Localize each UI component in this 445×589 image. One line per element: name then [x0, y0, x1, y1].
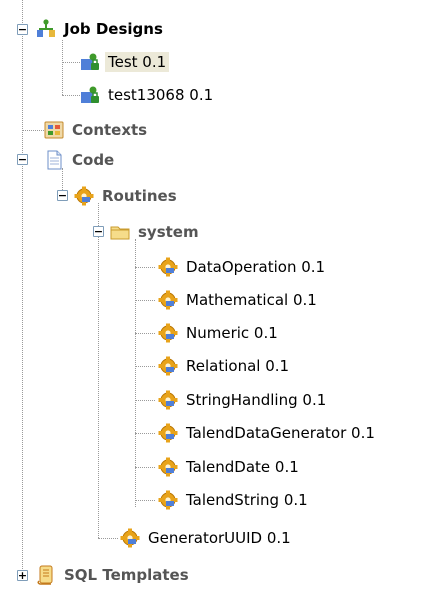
tree-line: [135, 400, 155, 401]
routine-gear-icon: [158, 356, 178, 376]
tree-node-routine[interactable]: TalendString 0.1: [158, 486, 311, 514]
tree-node-routine[interactable]: TalendDataGenerator 0.1: [158, 419, 378, 447]
repository-tree: − − − − + Job Designs Test 0.1 test13068…: [0, 0, 445, 585]
tree-line: [135, 300, 155, 301]
job-designs-label: Job Designs: [64, 20, 163, 38]
tree-node-code[interactable]: Code: [44, 146, 117, 174]
routines-label: Routines: [102, 187, 177, 205]
tree-line: [98, 203, 99, 538]
routine-gear-icon: [158, 257, 178, 277]
sql-templates-label: SQL Templates: [64, 566, 189, 584]
routine-label: GeneratorUUID 0.1: [148, 529, 291, 547]
tree-line: [135, 333, 155, 334]
collapse-toggle-code[interactable]: −: [17, 154, 28, 165]
tree-node-routines[interactable]: Routines: [74, 182, 180, 210]
tree-line: [62, 95, 80, 96]
system-folder-label: system: [138, 223, 199, 241]
sql-templates-scroll-icon: [36, 565, 56, 585]
tree-line: [62, 40, 63, 95]
routine-gear-icon: [158, 290, 178, 310]
tree-line: [62, 62, 80, 63]
routine-label: StringHandling 0.1: [186, 391, 327, 409]
tree-node-routine[interactable]: GeneratorUUID 0.1: [120, 524, 294, 552]
tree-node-system[interactable]: system: [110, 218, 202, 246]
routine-label: Mathematical 0.1: [186, 291, 317, 309]
job-designs-icon: [36, 19, 56, 39]
tree-line: [135, 500, 155, 501]
contexts-label: Contexts: [72, 121, 148, 139]
tree-node-job-designs[interactable]: Job Designs: [36, 15, 166, 43]
routine-label: Numeric 0.1: [186, 324, 278, 342]
routine-gear-icon: [158, 390, 178, 410]
contexts-icon: [44, 120, 64, 140]
tree-line: [135, 467, 155, 468]
tree-line: [135, 267, 155, 268]
tree-node-contexts[interactable]: Contexts: [44, 116, 150, 144]
tree-node-job[interactable]: test13068 0.1: [80, 81, 216, 109]
job-icon: [80, 52, 100, 72]
routine-label: Relational 0.1: [186, 357, 290, 375]
routine-gear-icon: [158, 490, 178, 510]
routine-gear-icon: [120, 528, 140, 548]
routine-label: TalendDate 0.1: [186, 458, 299, 476]
job-label: test13068 0.1: [108, 86, 214, 104]
tree-line: [22, 130, 44, 131]
routine-gear-icon: [158, 423, 178, 443]
tree-node-routine[interactable]: DataOperation 0.1: [158, 253, 328, 281]
collapse-toggle-routines[interactable]: −: [57, 190, 68, 201]
routines-gear-icon: [74, 186, 94, 206]
tree-line: [98, 538, 118, 539]
tree-node-routine[interactable]: TalendDate 0.1: [158, 453, 302, 481]
job-icon: [80, 85, 100, 105]
collapse-toggle-system[interactable]: −: [93, 226, 104, 237]
routine-label: DataOperation 0.1: [186, 258, 326, 276]
tree-node-routine[interactable]: Numeric 0.1: [158, 319, 281, 347]
job-label: Test 0.1: [105, 52, 170, 72]
tree-node-job[interactable]: Test 0.1: [80, 48, 170, 76]
routine-label: TalendDataGenerator 0.1: [186, 424, 375, 442]
code-file-icon: [44, 150, 64, 170]
expand-toggle-sql-templates[interactable]: +: [17, 570, 28, 581]
tree-line: [135, 433, 155, 434]
tree-line: [22, 0, 23, 577]
tree-node-routine[interactable]: Mathematical 0.1: [158, 286, 320, 314]
tree-line: [135, 366, 155, 367]
tree-node-routine[interactable]: StringHandling 0.1: [158, 386, 329, 414]
folder-icon: [110, 222, 130, 242]
routine-label: TalendString 0.1: [186, 491, 308, 509]
collapse-toggle-job-designs[interactable]: −: [17, 24, 28, 35]
tree-node-routine[interactable]: Relational 0.1: [158, 352, 292, 380]
routine-gear-icon: [158, 323, 178, 343]
code-label: Code: [72, 151, 115, 169]
routine-gear-icon: [158, 457, 178, 477]
